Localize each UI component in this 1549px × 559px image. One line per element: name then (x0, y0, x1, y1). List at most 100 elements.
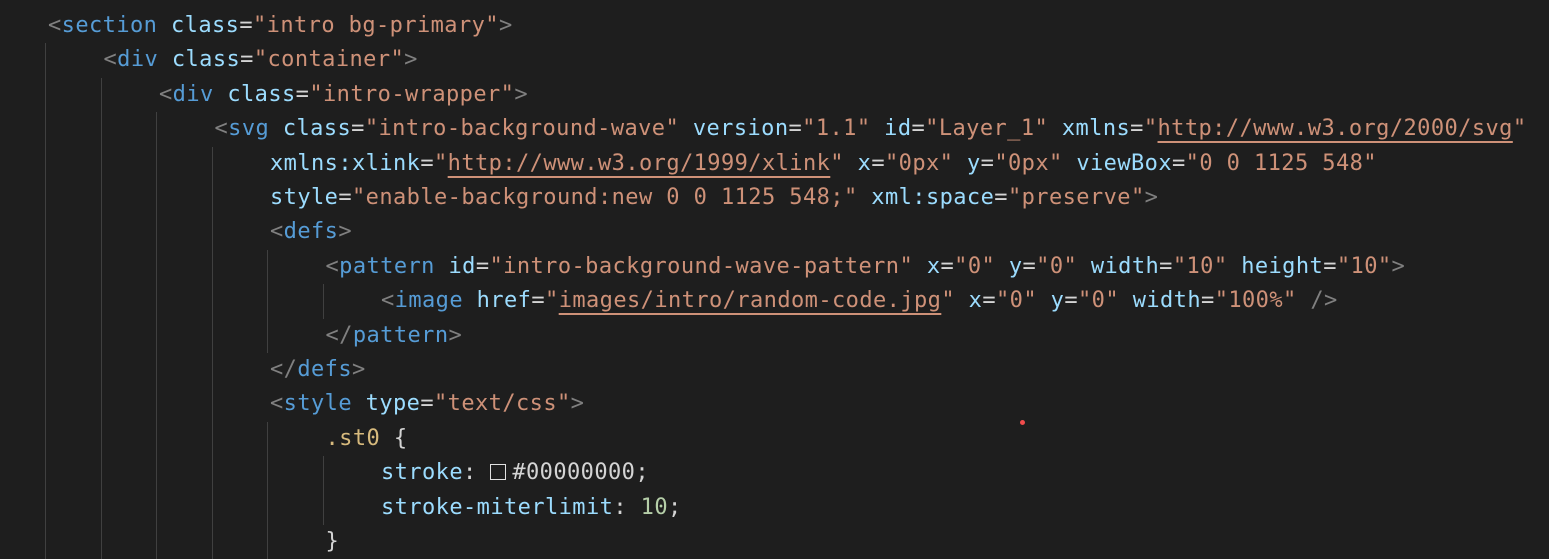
attribute-name: height (1241, 253, 1324, 279)
plain-text: = (1171, 150, 1186, 176)
code-line[interactable]: <style type="text/css"> (48, 387, 584, 421)
string-value: "0 0 1125 548" (1185, 150, 1377, 176)
code-line[interactable]: </defs> (48, 353, 366, 387)
plain-text (1228, 254, 1242, 279)
code-line[interactable]: .st0 { (48, 422, 408, 456)
attribute-name: class (171, 47, 241, 73)
plain-text: = (295, 81, 310, 107)
attribute-name: x (968, 288, 983, 314)
number-value: 10 (640, 494, 668, 520)
plain-text (269, 116, 283, 141)
punctuation: > (570, 391, 585, 417)
string-value: "0" (996, 288, 1037, 314)
link-text[interactable]: http://www.w3.org/1999/xlink (448, 151, 831, 176)
string-value: "10" (1172, 253, 1228, 279)
plain-text: = (1159, 253, 1173, 279)
punctuation: > (448, 322, 463, 348)
string-value: " (941, 288, 955, 314)
attribute-name: xmlns:xlink (270, 150, 421, 176)
css-property: stroke-miterlimit (381, 494, 614, 520)
plain-text (679, 116, 693, 141)
plain-text (953, 151, 967, 176)
string-value: "preserve" (1007, 185, 1145, 210)
string-value: "0" (954, 253, 996, 279)
link-text[interactable]: http://www.w3.org/2000/svg (1158, 116, 1513, 141)
string-value: "0px" (884, 150, 954, 176)
punctuation: > (514, 81, 528, 107)
code-line[interactable]: } (48, 525, 339, 559)
string-value: "text/css" (434, 391, 571, 417)
color-swatch-icon[interactable] (490, 464, 507, 481)
plain-text: = (531, 288, 546, 314)
plain-text (955, 288, 969, 313)
code-line[interactable]: <svg class="intro-background-wave" versi… (48, 112, 1527, 146)
string-value: " (1512, 116, 1527, 142)
plain-text (844, 151, 858, 176)
link-text[interactable]: images/intro/random-code.jpg (559, 288, 942, 313)
punctuation: < (48, 13, 62, 38)
attribute-name: version (692, 116, 789, 142)
attribute-name: class (282, 116, 352, 142)
code-line[interactable]: style="enable-background:new 0 0 1125 54… (48, 181, 1158, 215)
attribute-name: style (270, 185, 339, 210)
punctuation: < (159, 81, 173, 107)
plain-text: = (940, 253, 955, 279)
plain-text: = (1022, 253, 1037, 279)
string-value: "intro-background-wave" (364, 116, 680, 142)
string-value: "0" (1078, 288, 1120, 314)
plain-text (214, 82, 228, 107)
string-value: "Layer_1" (925, 116, 1049, 142)
code-line[interactable]: <div class="intro-wrapper"> (48, 78, 528, 112)
tag-name: div (117, 47, 159, 73)
code-editor[interactable]: <section class="intro bg-primary"> <div c… (0, 0, 1549, 559)
plain-text: = (1064, 288, 1079, 314)
attribute-name: x (926, 253, 941, 279)
punctuation: </ (325, 322, 353, 348)
plain-text: = (239, 13, 253, 38)
plain-text (1119, 288, 1133, 313)
code-line[interactable]: xmlns:xlink = "http://www.w3.org/1999/xlin… (48, 147, 1377, 181)
plain-text: #00000000 (512, 460, 636, 486)
attribute-name: viewBox (1076, 150, 1172, 176)
plain-text (1077, 254, 1091, 279)
code-line[interactable]: <section class="intro bg-primary"> (48, 9, 513, 43)
attribute-name: y (1008, 253, 1023, 279)
punctuation: > (338, 219, 353, 245)
plain-text (157, 13, 171, 38)
plain-text (1297, 288, 1311, 313)
attribute-name: id (448, 253, 476, 279)
code-line[interactable]: </pattern> (48, 319, 462, 353)
string-value: "intro-wrapper" (309, 81, 515, 107)
plain-text: = (240, 47, 254, 73)
plain-text: = (911, 116, 926, 142)
plain-text: = (475, 253, 490, 279)
punctuation: > (498, 13, 513, 38)
plain-text: = (1130, 116, 1144, 142)
string-value: " (830, 150, 844, 176)
plain-text (435, 254, 449, 279)
attribute-name: width (1132, 288, 1202, 314)
red-dot-marker (1020, 420, 1025, 425)
plain-text: = (351, 116, 365, 142)
plain-text (870, 116, 884, 141)
css-property: stroke (381, 460, 463, 486)
plain-text: = (1201, 288, 1215, 314)
string-value: "intro-background-wave-pattern" (489, 253, 914, 279)
code-line[interactable]: <div class="container"> (48, 43, 418, 77)
code-line[interactable]: stroke: #00000000; (48, 456, 649, 490)
punctuation: > (1391, 253, 1406, 279)
attribute-name: y (1050, 288, 1065, 314)
string-value: "1.1" (802, 116, 871, 142)
plain-text (1037, 288, 1051, 313)
plain-text (463, 288, 477, 313)
tag-name: div (172, 81, 214, 107)
plain-text: = (980, 150, 995, 176)
code-line[interactable]: stroke-miterlimit: 10; (48, 491, 682, 525)
code-line[interactable]: <defs> (48, 215, 352, 249)
attribute-name: xmlns (1061, 116, 1131, 142)
attribute-name: class (227, 81, 296, 107)
punctuation: < (381, 288, 395, 314)
tag-name: pattern (352, 322, 449, 348)
code-line[interactable]: <pattern id="intro-background-wave-patte… (48, 250, 1405, 284)
code-line[interactable]: <image href="images/intro/random-code.jp… (48, 284, 1338, 318)
